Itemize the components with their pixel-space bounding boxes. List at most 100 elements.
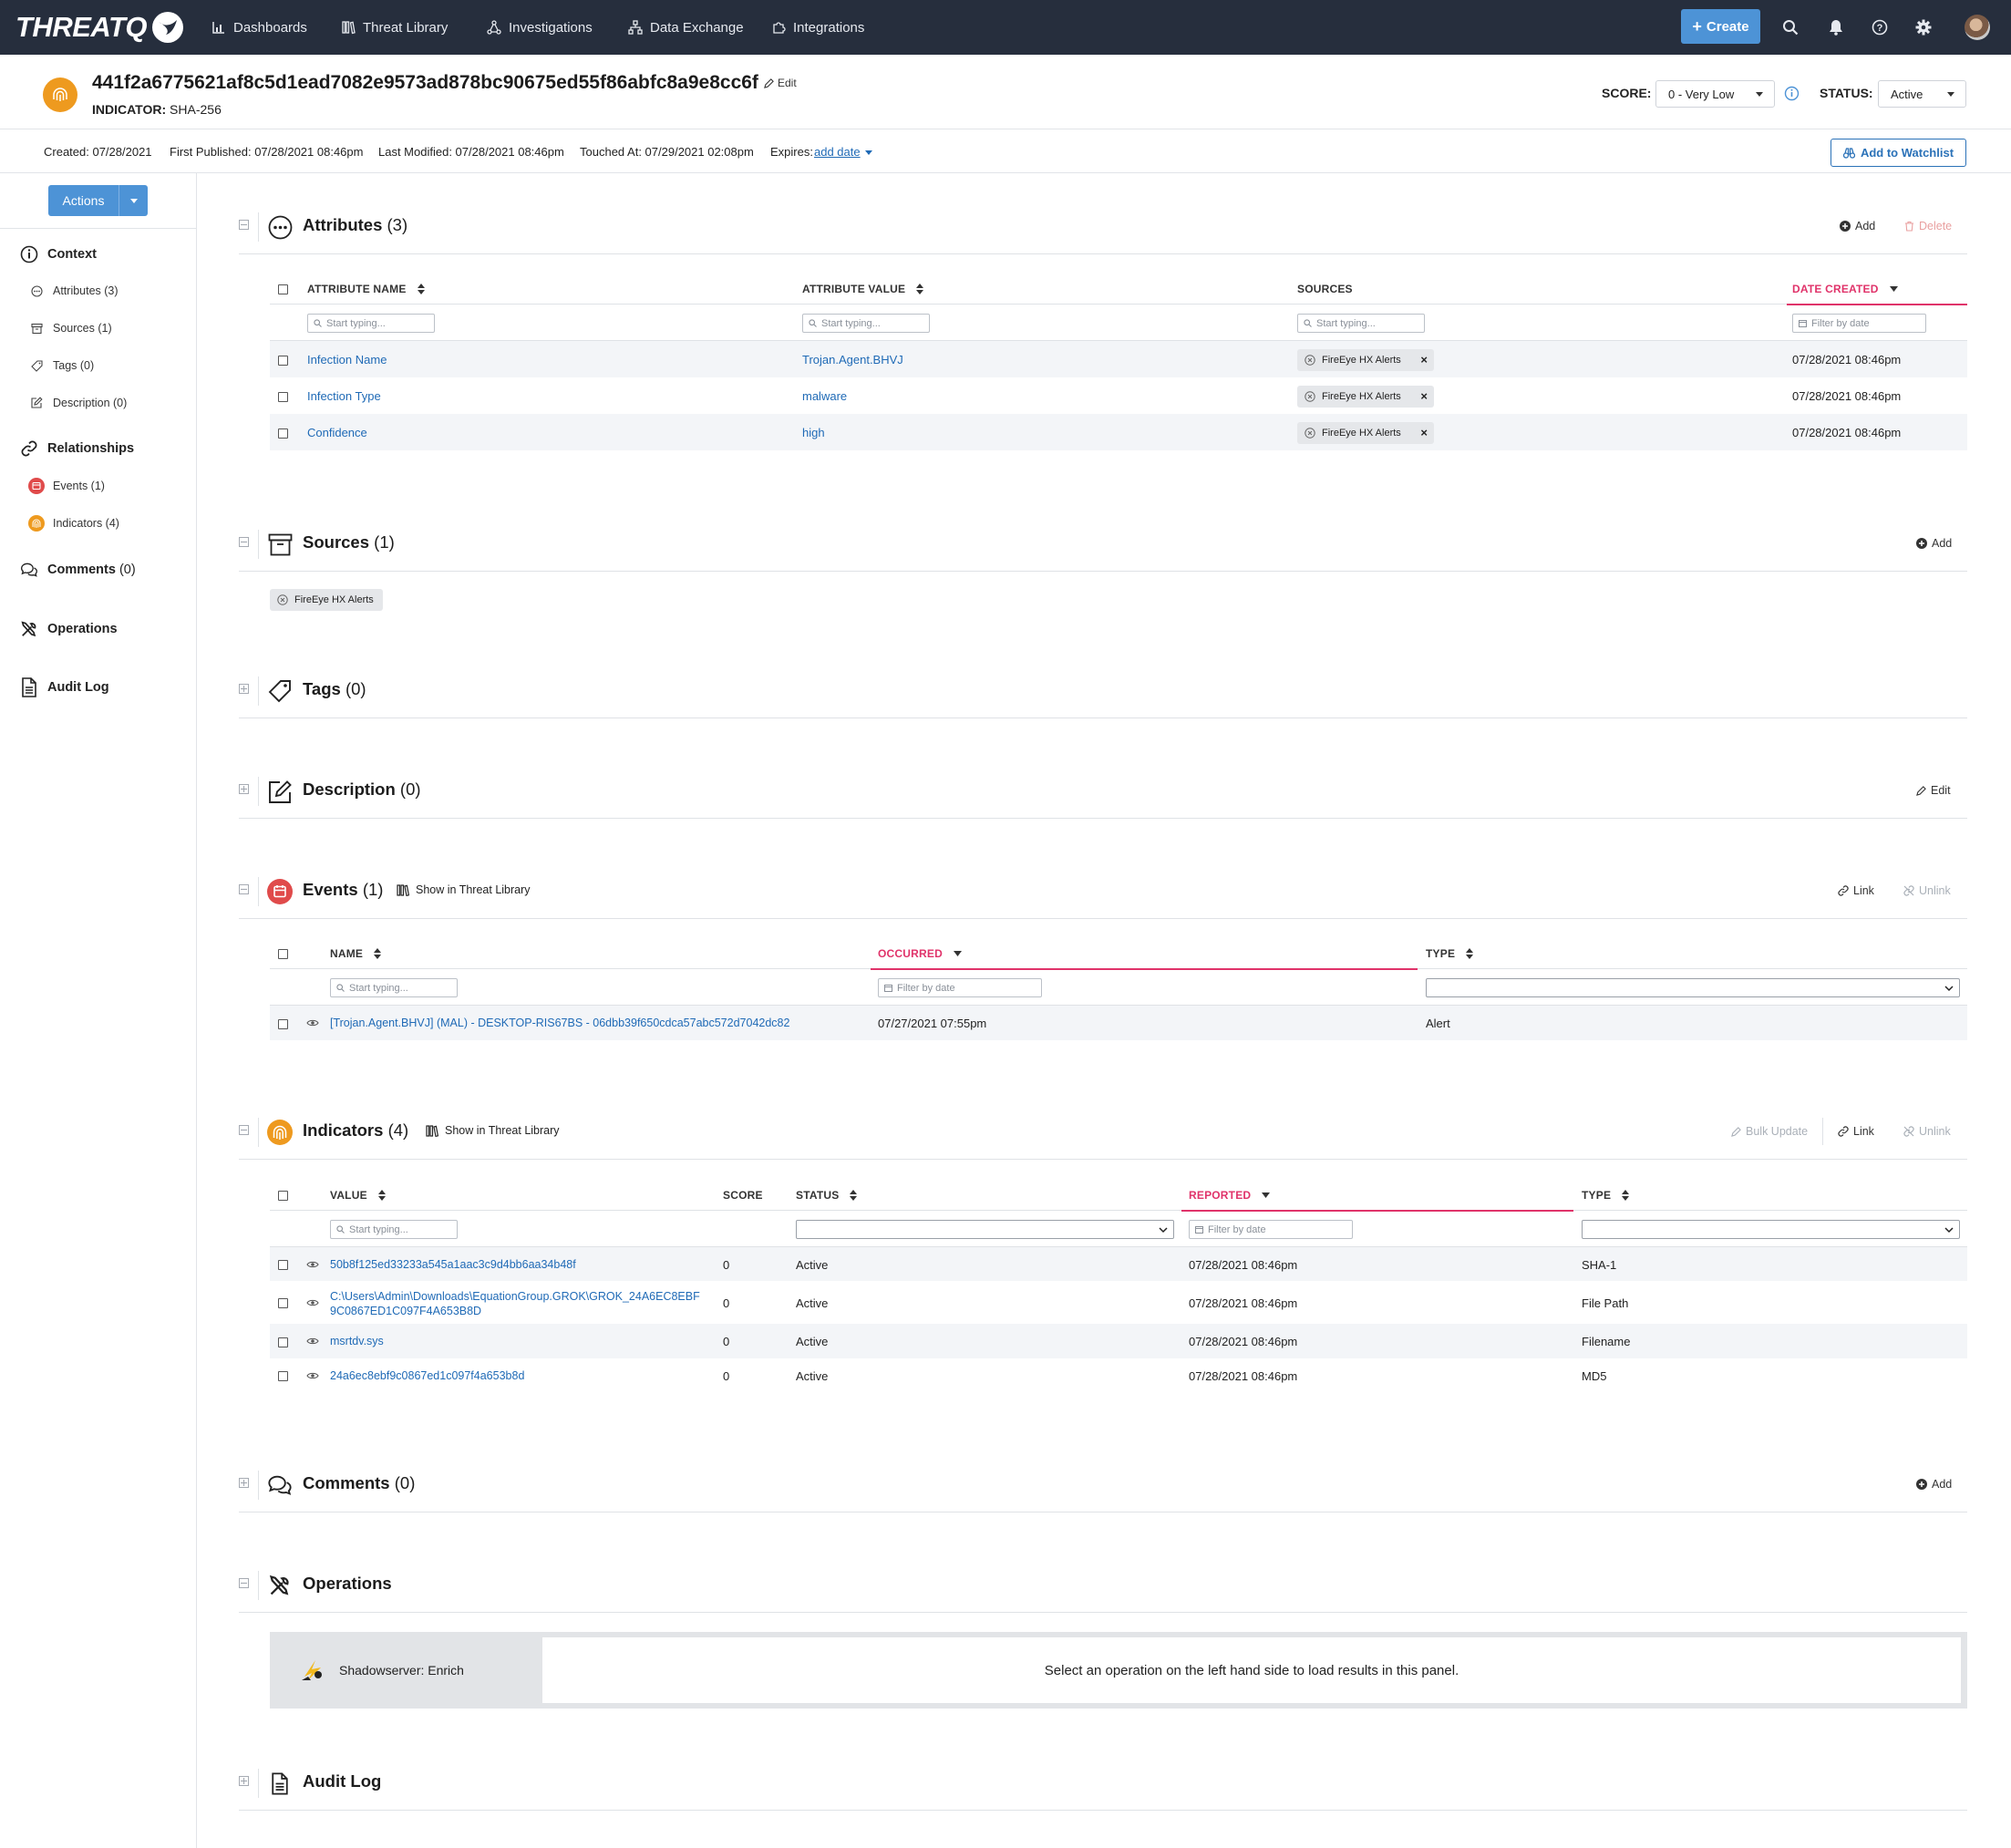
collapse-toggle[interactable]: [239, 537, 249, 547]
bell-icon[interactable]: [1824, 15, 1848, 39]
actions-dropdown-button[interactable]: Actions: [48, 185, 148, 216]
link-event-button[interactable]: Link: [1838, 884, 1874, 897]
sidebar-item-operations[interactable]: Operations: [20, 619, 118, 639]
score-select[interactable]: 0 - Very Low: [1655, 80, 1775, 108]
eye-icon[interactable]: [306, 1371, 319, 1380]
gear-icon[interactable]: [1912, 15, 1935, 39]
remove-source-icon[interactable]: ×: [1420, 353, 1428, 367]
nav-data-exchange[interactable]: Data Exchange: [628, 0, 744, 55]
column-header-value[interactable]: VALUE: [330, 1189, 386, 1202]
indicator-value-line[interactable]: C:\Users\Admin\Downloads\EquationGroup.G…: [330, 1290, 700, 1303]
eye-icon[interactable]: [306, 1260, 319, 1269]
nav-investigations[interactable]: Investigations: [487, 0, 593, 55]
row-checkbox[interactable]: [278, 356, 288, 366]
source-chip[interactable]: FireEye HX Alerts ×: [1297, 349, 1434, 371]
sidebar-item-comments[interactable]: Comments (0): [20, 561, 136, 579]
search-icon[interactable]: [1779, 15, 1802, 39]
unlink-event-button[interactable]: Unlink: [1903, 884, 1951, 897]
row-checkbox[interactable]: [278, 1260, 288, 1270]
threatq-logo[interactable]: THREATQ: [15, 9, 186, 46]
column-header-sources[interactable]: SOURCES: [1297, 283, 1353, 295]
status-select[interactable]: Active: [1878, 80, 1966, 108]
attribute-value-filter[interactable]: Start typing...: [802, 314, 930, 333]
row-checkbox[interactable]: [278, 1019, 288, 1029]
nav-integrations[interactable]: Integrations: [771, 0, 864, 55]
date-created-filter[interactable]: Filter by date: [1792, 314, 1926, 333]
nav-dashboards[interactable]: Dashboards: [211, 0, 307, 55]
type-filter-select[interactable]: [1582, 1220, 1960, 1239]
column-header-date-created[interactable]: DATE CREATED: [1792, 283, 1898, 295]
indicator-value-link[interactable]: 24a6ec8ebf9c0867ed1c097f4a653b8d: [330, 1369, 524, 1382]
info-icon[interactable]: [1784, 86, 1800, 101]
avatar[interactable]: [1965, 15, 1990, 40]
remove-source-icon[interactable]: ×: [1420, 389, 1428, 403]
remove-source-icon[interactable]: ×: [1420, 426, 1428, 439]
name-filter[interactable]: Start typing...: [330, 978, 458, 997]
row-checkbox[interactable]: [278, 1298, 288, 1308]
operation-item-shadowserver[interactable]: Shadowserver: Enrich: [299, 1657, 464, 1684]
sidebar-item-indicators[interactable]: Indicators (4): [27, 515, 119, 532]
expand-toggle[interactable]: [239, 784, 249, 794]
collapse-toggle[interactable]: [239, 884, 249, 894]
bulk-update-button[interactable]: Bulk Update: [1731, 1125, 1808, 1138]
show-in-threat-library-button[interactable]: Show in Threat Library: [426, 1124, 560, 1137]
edit-title-button[interactable]: Edit: [764, 77, 797, 89]
indicator-value-line[interactable]: 9C0867ED1C097F4A653B8D: [330, 1305, 481, 1317]
link-indicator-button[interactable]: Link: [1838, 1125, 1874, 1138]
nav-threat-library[interactable]: Threat Library: [341, 0, 448, 55]
edit-description-button[interactable]: Edit: [1916, 784, 1951, 797]
value-filter[interactable]: Start typing...: [330, 1220, 458, 1239]
collapse-toggle[interactable]: [239, 220, 249, 230]
attribute-name-link[interactable]: Infection Type: [307, 389, 381, 403]
attribute-value-link[interactable]: Trojan.Agent.BHVJ: [802, 353, 903, 367]
add-attribute-button[interactable]: Add: [1840, 220, 1875, 232]
sidebar-item-events[interactable]: Events (1): [27, 478, 105, 494]
sidebar-item-relationships[interactable]: Relationships: [20, 439, 134, 458]
help-icon[interactable]: ?: [1868, 15, 1892, 39]
create-button[interactable]: + Create: [1681, 9, 1760, 44]
sidebar-item-audit-log[interactable]: Audit Log: [20, 677, 109, 697]
add-comment-button[interactable]: Add: [1916, 1478, 1952, 1491]
select-all-checkbox[interactable]: [278, 1191, 288, 1201]
expand-toggle[interactable]: [239, 1478, 249, 1488]
delete-attribute-button[interactable]: Delete: [1904, 220, 1952, 232]
column-header-status[interactable]: STATUS: [796, 1189, 858, 1202]
sidebar-item-attributes[interactable]: Attributes (3): [27, 284, 119, 297]
eye-icon[interactable]: [306, 1018, 319, 1027]
indicator-value-link[interactable]: C:\Users\Admin\Downloads\EquationGroup.G…: [330, 1289, 700, 1318]
collapse-toggle[interactable]: [239, 1578, 249, 1588]
row-checkbox[interactable]: [278, 1337, 288, 1347]
source-chip[interactable]: FireEye HX Alerts: [270, 589, 383, 611]
column-header-type[interactable]: TYPE: [1582, 1189, 1630, 1202]
source-chip[interactable]: FireEye HX Alerts ×: [1297, 422, 1434, 444]
column-header-type[interactable]: TYPE: [1426, 947, 1474, 960]
occurred-filter[interactable]: Filter by date: [878, 978, 1042, 997]
sidebar-item-sources[interactable]: Sources (1): [27, 322, 112, 335]
row-checkbox[interactable]: [278, 392, 288, 402]
sources-filter[interactable]: Start typing...: [1297, 314, 1425, 333]
column-header-attribute-name[interactable]: ATTRIBUTE NAME: [307, 283, 425, 295]
indicator-value-link[interactable]: msrtdv.sys: [330, 1335, 384, 1347]
show-in-threat-library-button[interactable]: Show in Threat Library: [397, 883, 531, 896]
column-header-reported[interactable]: REPORTED: [1189, 1189, 1271, 1202]
reported-filter[interactable]: Filter by date: [1189, 1220, 1353, 1239]
column-header-score[interactable]: SCORE: [723, 1189, 763, 1202]
attribute-name-link[interactable]: Confidence: [307, 426, 367, 439]
row-checkbox[interactable]: [278, 1371, 288, 1381]
attribute-value-link[interactable]: malware: [802, 389, 847, 403]
expand-toggle[interactable]: [239, 1776, 249, 1786]
eye-icon[interactable]: [306, 1298, 319, 1307]
collapse-toggle[interactable]: [239, 1125, 249, 1135]
unlink-indicator-button[interactable]: Unlink: [1903, 1125, 1951, 1138]
attribute-name-filter[interactable]: Start typing...: [307, 314, 435, 333]
expires-add-date-link[interactable]: add date: [814, 145, 861, 159]
indicator-value-link[interactable]: 50b8f125ed33233a545a1aac3c9d4bb6aa34b48f: [330, 1258, 576, 1271]
event-name-link[interactable]: [Trojan.Agent.BHVJ] (MAL) - DESKTOP-RIS6…: [330, 1017, 789, 1029]
sidebar-item-tags[interactable]: Tags (0): [27, 359, 94, 372]
add-source-button[interactable]: Add: [1916, 537, 1952, 550]
attribute-value-link[interactable]: high: [802, 426, 825, 439]
row-checkbox[interactable]: [278, 428, 288, 439]
caret-down-icon[interactable]: [865, 150, 872, 155]
sidebar-item-description[interactable]: Description (0): [27, 397, 127, 409]
type-filter-select[interactable]: [1426, 978, 1960, 997]
